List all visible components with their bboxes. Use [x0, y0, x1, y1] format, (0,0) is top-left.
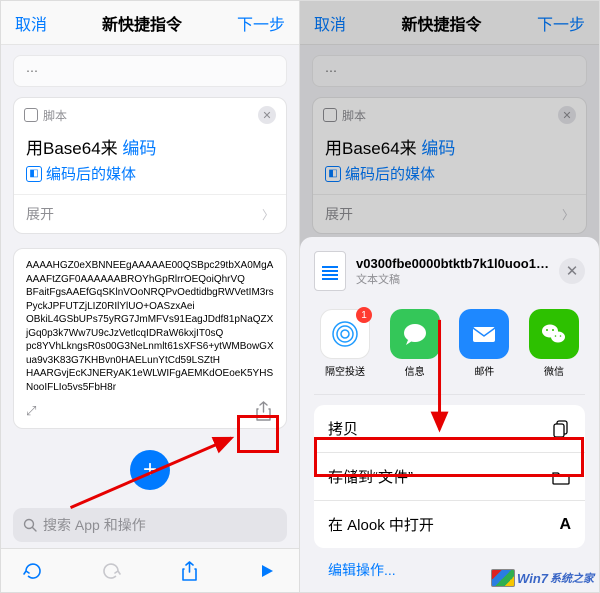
- cancel-button[interactable]: 取消: [15, 11, 47, 35]
- result-text: AAAAHGZ0eXBNNEEgAAAAAE00QSBpc29tbXA0MgAA…: [26, 259, 274, 394]
- encode-token[interactable]: 编码: [122, 139, 156, 158]
- redo-button[interactable]: [99, 559, 123, 583]
- copy-action[interactable]: 拷贝: [314, 405, 585, 453]
- open-in-alook-action[interactable]: 在 Alook 中打开 A: [314, 501, 585, 548]
- copy-icon: [551, 419, 571, 439]
- previous-card-truncated: ⋯: [13, 55, 287, 87]
- save-to-files-action[interactable]: 存储到“文件”: [314, 453, 585, 501]
- wechat-app[interactable]: 微信: [525, 309, 583, 378]
- nav-title: 新快捷指令: [102, 11, 182, 35]
- document-icon: [314, 251, 346, 291]
- action-line: 用Base64来 编码: [26, 134, 274, 159]
- search-placeholder: 搜索 App 和操作: [43, 515, 146, 535]
- script-icon: [24, 108, 38, 122]
- watermark: Win7系统之家: [491, 569, 594, 587]
- airdrop-app[interactable]: 1 隔空投送: [316, 309, 374, 378]
- chevron-right-icon: 〉: [262, 206, 274, 223]
- bottom-toolbar: [1, 548, 299, 592]
- share-shortcut-button[interactable]: [177, 559, 201, 583]
- expand-row[interactable]: 展开〉: [14, 194, 286, 233]
- run-button[interactable]: [255, 559, 279, 583]
- undo-button[interactable]: [21, 559, 45, 583]
- script-header: 脚本: [43, 107, 67, 124]
- add-action-button[interactable]: +: [130, 450, 170, 490]
- messages-app[interactable]: 信息: [386, 309, 444, 378]
- folder-icon: [551, 467, 571, 487]
- expand-icon[interactable]: ⤢: [26, 402, 36, 420]
- script-card: 脚本 ✕ 用Base64来 编码 ◧编码后的媒体 展开〉: [13, 97, 287, 234]
- airdrop-badge: 1: [356, 307, 372, 323]
- media-variable[interactable]: ◧编码后的媒体: [26, 163, 274, 184]
- share-subtitle: 文本文稿: [356, 271, 549, 287]
- mail-app[interactable]: 邮件: [455, 309, 513, 378]
- search-input[interactable]: 搜索 App 和操作: [13, 508, 287, 542]
- close-icon[interactable]: ✕: [258, 106, 276, 124]
- share-filename: v0300fbe0000btktb7k1l0uoo1rrsv...: [356, 256, 549, 271]
- close-sheet-button[interactable]: ✕: [559, 258, 585, 284]
- next-button[interactable]: 下一步: [237, 11, 285, 35]
- result-card: AAAAHGZ0eXBNNEEgAAAAAE00QSBpc29tbXA0MgAA…: [13, 248, 287, 429]
- action-list: 拷贝 存储到“文件” 在 Alook 中打开 A: [314, 405, 585, 548]
- share-apps-row: 1 隔空投送 信息 邮件 微信: [314, 303, 585, 395]
- alook-icon: A: [559, 516, 571, 534]
- share-button[interactable]: [252, 400, 274, 422]
- share-sheet: v0300fbe0000btktb7k1l0uoo1rrsv... 文本文稿 ✕…: [300, 237, 599, 592]
- search-icon: [23, 518, 37, 532]
